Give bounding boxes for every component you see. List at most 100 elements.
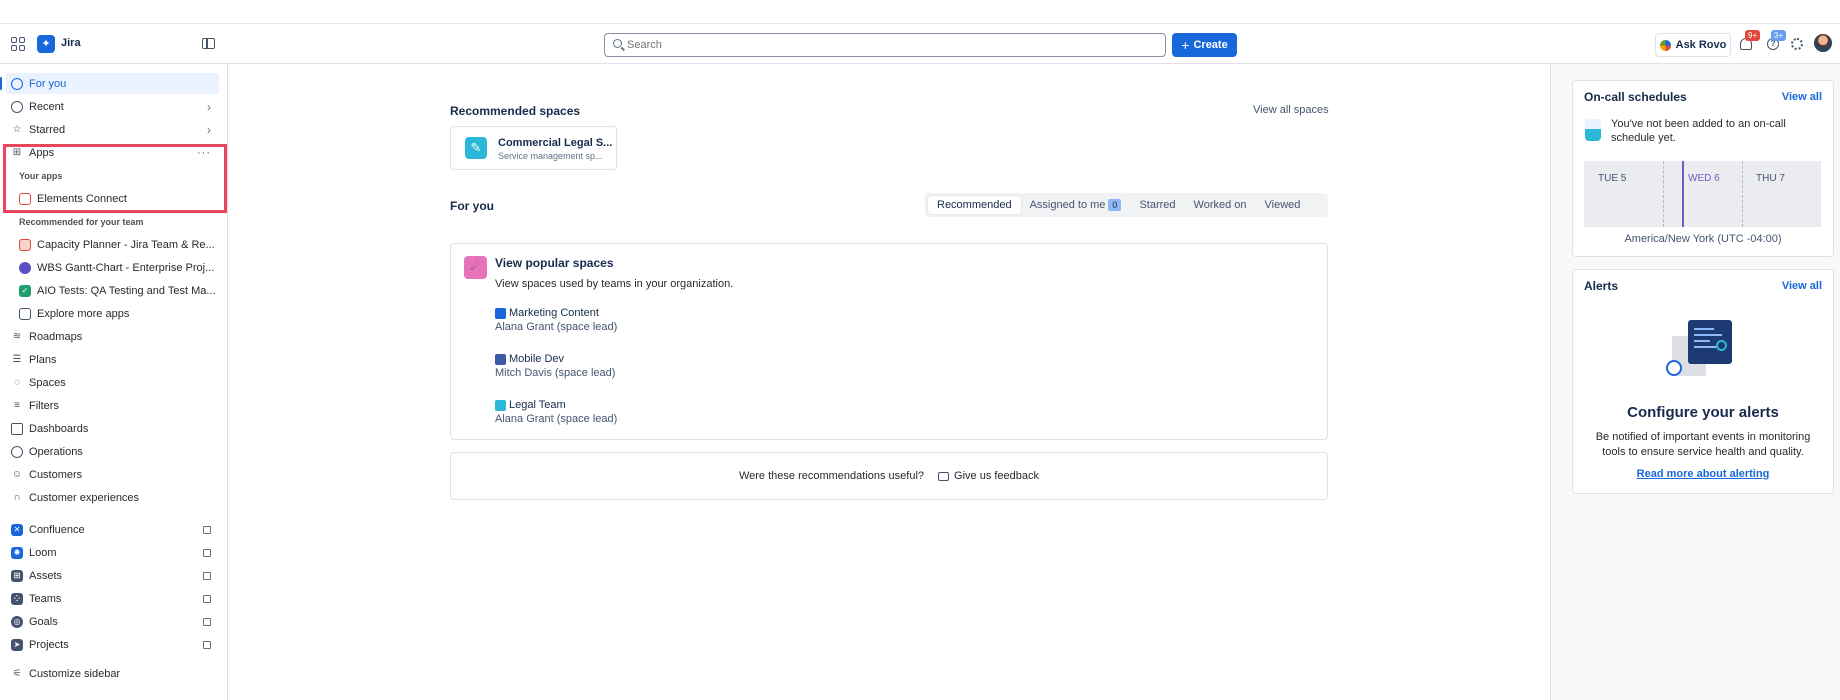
customize-icon: ⚟	[12, 668, 22, 679]
sidebar-item-label: Loom	[29, 546, 57, 559]
sidebar-item-explore-apps[interactable]: Explore more apps	[19, 303, 219, 324]
sidebar-item-confluence[interactable]: ✕ Confluence	[6, 519, 219, 540]
sidebar-item-recommended-app[interactable]: Capacity Planner - Jira Team & Re...	[19, 234, 219, 255]
create-label: Create	[1193, 39, 1228, 51]
list-item[interactable]: Mobile Dev Mitch Davis (space lead)	[495, 353, 895, 379]
sidebar-item-label: Assets	[29, 569, 63, 582]
clock-icon	[11, 100, 23, 113]
give-feedback-button[interactable]: Give us feedback	[938, 470, 1039, 482]
sidebar-item-label: Goals	[29, 615, 58, 628]
for-you-tabs: Recommended Assigned to me 0 Starred Work…	[925, 193, 1328, 217]
view-all-spaces-link[interactable]: View all spaces	[1253, 104, 1329, 116]
space-name[interactable]: Marketing Content	[509, 307, 599, 319]
browser-top-strip	[0, 0, 1840, 24]
read-more-alerting-link[interactable]: Read more about alerting	[1573, 468, 1833, 480]
settings-gear-icon[interactable]	[1791, 38, 1803, 50]
sidebar-item-for-you[interactable]: For you	[6, 73, 219, 94]
calendar-day: TUE 5	[1598, 173, 1627, 184]
search-box[interactable]	[604, 33, 1166, 57]
create-button[interactable]: + Create	[1172, 33, 1237, 57]
sidebar-item-assets[interactable]: ⊞ Assets	[6, 565, 219, 586]
sidebar-item-loom[interactable]: ✺ Loom	[6, 542, 219, 563]
projects-logo-icon: ➤	[11, 638, 23, 651]
popular-spaces-title: View popular spaces	[495, 256, 614, 270]
sidebar-item-customer-experiences[interactable]: ∩ Customer experiences	[6, 487, 219, 508]
sidebar-item-projects[interactable]: ➤ Projects	[6, 634, 219, 655]
space-card[interactable]: ✎ Commercial Legal S... Service manageme…	[450, 126, 617, 170]
count-badge: 0	[1108, 199, 1122, 211]
sidebar-item-label: Filters	[29, 399, 59, 412]
sidebar-item-customize[interactable]: ⚟ Customize sidebar	[6, 663, 219, 684]
dashboard-icon	[11, 422, 23, 435]
tab-recommended[interactable]: Recommended	[928, 196, 1021, 214]
goals-logo-icon: ◎	[11, 615, 23, 628]
collapse-sidebar-icon[interactable]	[202, 38, 215, 49]
sidebar-item-starred[interactable]: ☆ Starred ›	[6, 119, 219, 140]
space-name: Commercial Legal S...	[498, 137, 613, 149]
list-item[interactable]: Legal Team Alana Grant (space lead)	[495, 399, 895, 425]
oncall-view-all-link[interactable]: View all	[1782, 91, 1822, 103]
coffee-cup-icon	[1585, 119, 1601, 141]
tab-label: Viewed	[1264, 199, 1301, 211]
for-you-title: For you	[450, 199, 494, 213]
jira-logo-icon[interactable]: ✦	[37, 35, 55, 53]
sidebar-item-goals[interactable]: ◎ Goals	[6, 611, 219, 632]
user-circle-icon	[11, 77, 23, 90]
filter-icon: ≡	[14, 400, 20, 411]
marketing-space-icon	[495, 307, 506, 319]
sidebar-item-label: Operations	[29, 445, 83, 458]
search-input[interactable]	[627, 37, 1147, 53]
recommended-apps-heading: Recommended for your team	[19, 217, 144, 227]
give-feedback-label: Give us feedback	[954, 470, 1040, 482]
sidebar-item-label: Spaces	[29, 376, 66, 389]
tab-starred[interactable]: Starred	[1130, 196, 1184, 214]
product-name[interactable]: Jira	[61, 37, 81, 49]
sidebar-item-dashboards[interactable]: Dashboards	[6, 418, 219, 439]
sidebar-item-recommended-app[interactable]: WBS Gantt-Chart - Enterprise Proj...	[19, 257, 219, 278]
space-name[interactable]: Legal Team	[509, 399, 566, 411]
headset-icon: ∩	[13, 492, 21, 503]
feedback-question: Were these recommendations useful?	[738, 470, 925, 482]
top-navigation-bar: ✦ Jira + Create Ask Rovo 9+ ? 3+	[0, 24, 1840, 64]
alerts-card: Alerts View all Configure your alerts Be…	[1572, 269, 1834, 494]
sidebar-item-label: WBS Gantt-Chart - Enterprise Proj...	[37, 261, 215, 274]
tab-viewed[interactable]: Viewed	[1256, 196, 1310, 214]
space-lead: Alana Grant (space lead)	[495, 321, 618, 333]
user-avatar[interactable]	[1814, 34, 1832, 52]
configure-alerts-heading: Configure your alerts	[1627, 404, 1779, 421]
plus-icon: +	[1181, 37, 1190, 53]
chevron-right-icon: ›	[207, 99, 211, 114]
popular-spaces-description: View spaces used by teams in your organi…	[495, 278, 734, 290]
space-name[interactable]: Mobile Dev	[509, 353, 564, 365]
sidebar-item-teams[interactable]: ⁘ Teams	[6, 588, 219, 609]
sidebar-item-roadmaps[interactable]: ≋ Roadmaps	[6, 326, 219, 347]
sidebar-item-spaces[interactable]: ◌ Spaces	[6, 372, 219, 393]
store-icon	[19, 307, 31, 320]
alerts-view-all-link[interactable]: View all	[1782, 280, 1822, 292]
sidebar-item-customers[interactable]: ☺ Customers	[6, 464, 219, 485]
external-link-icon	[203, 594, 211, 603]
notifications-badge: 9+	[1745, 30, 1761, 41]
alerts-description: Be notified of important events in monit…	[1595, 431, 1811, 458]
assets-logo-icon: ⊞	[11, 569, 23, 582]
sidebar-item-label: Plans	[29, 353, 57, 366]
recommended-spaces-title: Recommended spaces	[450, 104, 581, 118]
sidebar-item-label: Starred	[29, 123, 66, 136]
sidebar-item-recommended-app[interactable]: ✓ AIO Tests: QA Testing and Test Ma...	[19, 280, 219, 301]
sidebar-item-plans[interactable]: ☰ Plans	[6, 349, 219, 370]
list-item[interactable]: Marketing Content Alana Grant (space lea…	[495, 307, 895, 333]
day-divider	[1742, 161, 1743, 227]
tab-assigned-to-me[interactable]: Assigned to me 0	[1021, 196, 1131, 214]
wbs-gantt-icon	[19, 261, 31, 274]
notepad-icon: ✎	[465, 137, 487, 159]
ask-rovo-button[interactable]: Ask Rovo	[1655, 33, 1731, 57]
tab-worked-on[interactable]: Worked on	[1185, 196, 1256, 214]
loom-logo-icon: ✺	[11, 546, 23, 559]
external-link-icon	[203, 617, 211, 626]
right-panel: On-call schedules View all You've not be…	[1550, 64, 1840, 700]
sidebar-item-label: Customer experiences	[29, 491, 140, 504]
sidebar-item-filters[interactable]: ≡ Filters	[6, 395, 219, 416]
sidebar-item-recent[interactable]: Recent ›	[6, 96, 219, 117]
sidebar-item-operations[interactable]: Operations	[6, 441, 219, 462]
app-switcher-icon[interactable]	[11, 37, 25, 51]
